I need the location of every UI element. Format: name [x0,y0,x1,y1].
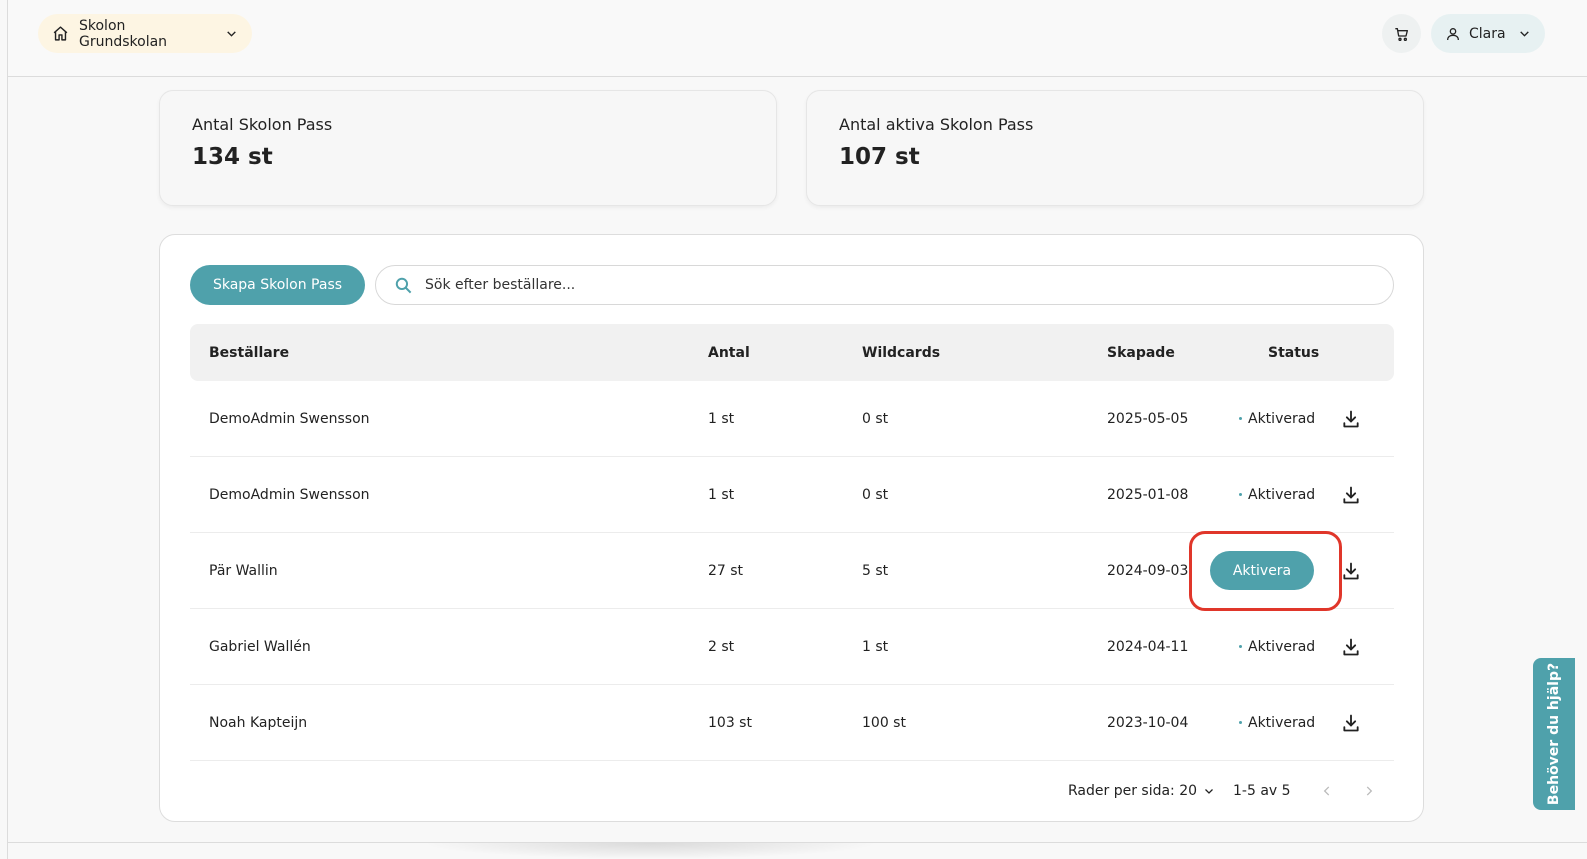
create-pass-button[interactable]: Skapa Skolon Pass [190,265,365,305]
stat-label: Antal aktiva Skolon Pass [839,115,1034,134]
column-header-status[interactable]: Status [1268,324,1319,381]
chevron-down-icon [225,27,238,40]
orderer-cell: Pär Wallin [209,562,278,579]
column-header-created[interactable]: Skapade [1107,324,1175,381]
created-cell: 2024-09-03 [1107,562,1189,579]
download-icon [1341,409,1361,429]
status-text: Aktiverad [1248,638,1316,655]
status-dot-icon [1239,417,1242,420]
help-tab[interactable]: Behöver du hjälp? [1533,658,1575,810]
download-icon [1341,561,1361,581]
download-button[interactable] [1341,457,1361,532]
created-cell: 2023-10-04 [1107,714,1189,731]
left-border [7,0,8,859]
previous-page-button[interactable] [1320,780,1334,802]
stat-label: Antal Skolon Pass [192,115,333,134]
column-header-wildcards[interactable]: Wildcards [862,324,940,381]
search-input[interactable] [425,277,1325,293]
wildcards-cell: 100 st [862,714,906,731]
download-icon [1341,713,1361,733]
column-header-orderer[interactable]: Beställare [209,324,289,381]
status-dot-icon [1239,493,1242,496]
wildcards-cell: 1 st [862,638,889,655]
wildcards-cell: 0 st [862,410,889,427]
table-row: Pär Wallin 27 st 5 st 2024-09-03 Aktiver… [190,531,1394,611]
status-dot-icon [1239,645,1242,648]
created-cell: 2025-05-05 [1107,410,1189,427]
status-text: Aktiverad [1248,410,1316,427]
count-cell: 1 st [708,410,735,427]
school-selector[interactable]: Skolon Grundskolan [38,14,252,53]
pass-table-panel: Skapa Skolon Pass Beställare Antal Wildc… [159,234,1424,822]
search-icon [394,276,413,295]
stat-value: 134 st [192,144,273,170]
chevron-down-icon [1518,27,1531,40]
user-icon [1445,26,1461,42]
download-button[interactable] [1341,381,1361,456]
count-cell: 103 st [708,714,752,731]
download-button[interactable] [1341,533,1361,608]
next-page-button[interactable] [1362,780,1376,802]
user-menu[interactable]: Clara [1431,14,1545,53]
stat-value: 107 st [839,144,920,170]
chevron-down-icon [1203,785,1215,797]
download-button[interactable] [1341,685,1361,760]
status-cell: Aktiverad [1239,381,1315,456]
wildcards-cell: 5 st [862,562,889,579]
download-button[interactable] [1341,609,1361,684]
status-cell: Aktiverad [1239,685,1315,760]
status-text: Aktiverad [1248,714,1316,731]
home-icon [52,25,69,42]
search-bar[interactable] [375,265,1394,305]
count-cell: 27 st [708,562,744,579]
activate-button[interactable]: Aktivera [1210,551,1314,590]
rows-per-page-label: Rader per sida: 20 [1068,783,1198,799]
orderer-cell: DemoAdmin Swensson [209,410,370,427]
download-icon [1341,485,1361,505]
table-row: Noah Kapteijn 103 st 100 st 2023-10-04 A… [190,685,1394,761]
column-header-count[interactable]: Antal [708,324,750,381]
status-text: Aktiverad [1248,486,1316,503]
status-dot-icon [1239,721,1242,724]
count-cell: 1 st [708,486,735,503]
cart-icon [1394,26,1410,42]
created-cell: 2024-04-11 [1107,638,1189,655]
school-name: Skolon Grundskolan [79,17,168,50]
chevron-right-icon [1362,784,1376,798]
top-bar: Skolon Grundskolan Clara [8,0,1587,77]
page-range: 1-5 av 5 [1233,783,1291,799]
cart-button[interactable] [1382,14,1421,53]
status-cell: Aktiverad [1239,609,1315,684]
chevron-left-icon [1320,784,1334,798]
stat-card-total: Antal Skolon Pass 134 st [159,90,777,206]
rows-per-page-select[interactable]: Rader per sida: 20 [1068,780,1215,802]
status-cell: Aktiverad [1239,457,1315,532]
created-cell: 2025-01-08 [1107,486,1189,503]
bottom-shadow [420,843,880,859]
download-icon [1341,637,1361,657]
table-row: Gabriel Wallén 2 st 1 st 2024-04-11 Akti… [190,609,1394,685]
orderer-cell: DemoAdmin Swensson [209,486,370,503]
orderer-cell: Gabriel Wallén [209,638,311,655]
orderer-cell: Noah Kapteijn [209,714,308,731]
wildcards-cell: 0 st [862,486,889,503]
table-row: DemoAdmin Swensson 1 st 0 st 2025-01-08 … [190,457,1394,533]
help-label: Behöver du hjälp? [1546,662,1563,806]
stat-card-active: Antal aktiva Skolon Pass 107 st [806,90,1424,206]
count-cell: 2 st [708,638,735,655]
table-row: DemoAdmin Swensson 1 st 0 st 2025-05-05 … [190,381,1394,457]
user-name: Clara [1469,25,1506,42]
table-header: Beställare Antal Wildcards Skapade Statu… [190,324,1394,381]
